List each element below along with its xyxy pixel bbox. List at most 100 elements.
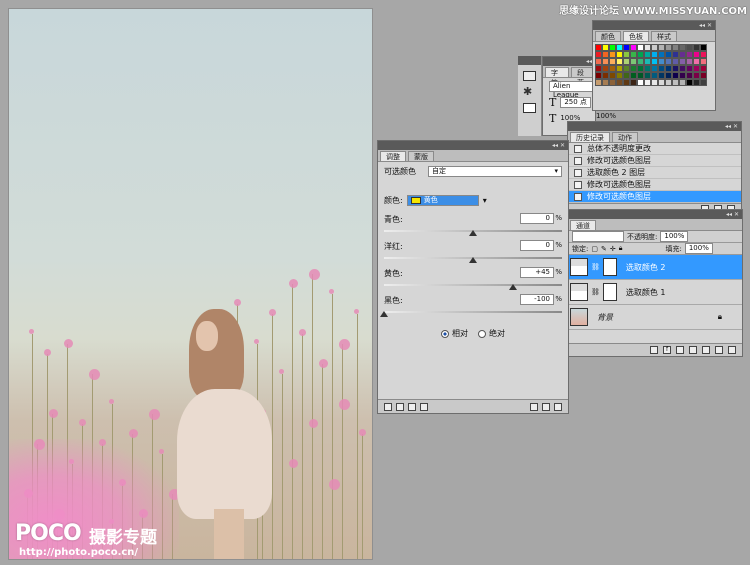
swatch[interactable] [637,72,644,79]
lock-all-icon[interactable]: 🔒︎ [619,244,623,253]
chain-icon[interactable]: ⛓ [591,263,600,271]
delete-layer-icon[interactable] [728,346,736,354]
slider-thumb[interactable] [380,311,388,317]
slider-thumb[interactable] [469,230,477,236]
swatch[interactable] [609,72,616,79]
swatch[interactable] [700,79,707,86]
layer-row[interactable]: ⛓ 选取颜色 2 [568,255,742,280]
swatch[interactable] [644,58,651,65]
swatch[interactable] [623,51,630,58]
swatch[interactable] [679,51,686,58]
history-item[interactable]: 修改可选颜色图层 [568,191,741,203]
view-previous-icon[interactable] [420,402,428,411]
clip-to-layer-icon[interactable] [396,402,404,411]
new-group-icon[interactable] [702,346,710,354]
opacity-field[interactable]: 100% [660,231,689,242]
layer-mask-thumbnail[interactable] [602,258,617,276]
swatch[interactable] [609,44,616,51]
swatch[interactable] [658,65,665,72]
font-size-field[interactable]: 250 点 [560,96,591,108]
swatch[interactable] [658,51,665,58]
colors-select[interactable]: 黄色 [406,195,479,206]
swatch[interactable] [693,51,700,58]
swatch[interactable] [637,58,644,65]
swatch[interactable] [693,58,700,65]
swatch[interactable] [651,72,658,79]
swatch[interactable] [602,65,609,72]
visibility-icon[interactable] [408,402,416,411]
trash-icon[interactable] [554,402,562,411]
slider-track[interactable] [380,309,562,317]
layer-mask-thumbnail[interactable] [602,283,617,301]
swatch[interactable] [602,51,609,58]
swatch[interactable] [623,72,630,79]
swatch[interactable] [637,44,644,51]
swatch[interactable] [686,51,693,58]
swatch[interactable] [700,58,707,65]
reset-icon[interactable] [530,402,538,411]
swatch[interactable] [693,65,700,72]
new-layer-icon[interactable] [715,346,723,354]
swatch[interactable] [644,79,651,86]
lock-pixels-icon[interactable]: ✎ [601,245,607,253]
blend-mode-select[interactable] [572,231,624,242]
slider-value-field[interactable]: 0 [520,240,554,251]
slider-track[interactable] [384,255,562,263]
swatch[interactable] [651,65,658,72]
document-canvas[interactable]: POCO 摄影专题 http://photo.poco.cn/ [8,8,373,560]
swatch[interactable] [595,44,602,51]
swatch[interactable] [658,58,665,65]
layer-row[interactable]: 背景 🔒︎ [568,305,742,330]
swatch[interactable] [637,51,644,58]
swatch[interactable] [693,79,700,86]
swatch[interactable] [700,65,707,72]
swatch[interactable] [616,58,623,65]
swatch[interactable] [693,72,700,79]
swatch[interactable] [616,44,623,51]
swatch[interactable] [630,58,637,65]
chain-icon[interactable]: ⛓ [591,288,600,296]
swatch[interactable] [658,79,665,86]
slider-thumb[interactable] [509,284,518,290]
swatch[interactable] [595,72,602,79]
swatch[interactable] [595,58,602,65]
tab-channels[interactable]: 通道 [570,220,596,230]
swatch[interactable] [623,58,630,65]
slider-track[interactable] [384,282,562,290]
absolute-radio[interactable]: 绝对 [478,328,505,339]
tab-adjustments[interactable]: 调整 [380,151,406,161]
swatch[interactable] [630,65,637,72]
swatch[interactable] [658,44,665,51]
history-item[interactable]: 修改可选颜色图层 [568,155,741,167]
swatch[interactable] [651,44,658,51]
swatch[interactable] [672,65,679,72]
swatch[interactable] [644,65,651,72]
horizontal-scale-value[interactable]: 100% [596,112,616,120]
history-item[interactable]: 修改可选颜色图层 [568,179,741,191]
swatch[interactable] [602,44,609,51]
history-item[interactable]: 总体不透明度更改 [568,143,741,155]
swatch[interactable] [637,65,644,72]
slider-value-field[interactable]: +45 [520,267,554,278]
swatch[interactable] [679,58,686,65]
swatch[interactable] [602,58,609,65]
refresh-icon[interactable] [542,402,550,411]
tab-character[interactable]: 字符 [545,67,569,87]
swatch[interactable] [623,79,630,86]
swatch[interactable] [679,72,686,79]
swatch[interactable] [700,72,707,79]
swatch[interactable] [595,79,602,86]
history-item[interactable]: 选取颜色 2 图层 [568,167,741,179]
brush-preset-icon[interactable] [523,71,536,81]
swatch[interactable] [651,51,658,58]
tab-color[interactable]: 颜色 [595,31,621,41]
swatch[interactable] [679,44,686,51]
swatch[interactable] [637,79,644,86]
lock-transparency-icon[interactable]: ▢ [591,245,598,253]
swatch[interactable] [616,72,623,79]
swatch[interactable] [609,51,616,58]
swatch[interactable] [616,79,623,86]
swatch[interactable] [630,72,637,79]
swatch[interactable] [623,65,630,72]
layer-row[interactable]: ⛓ 选取颜色 1 [568,280,742,305]
